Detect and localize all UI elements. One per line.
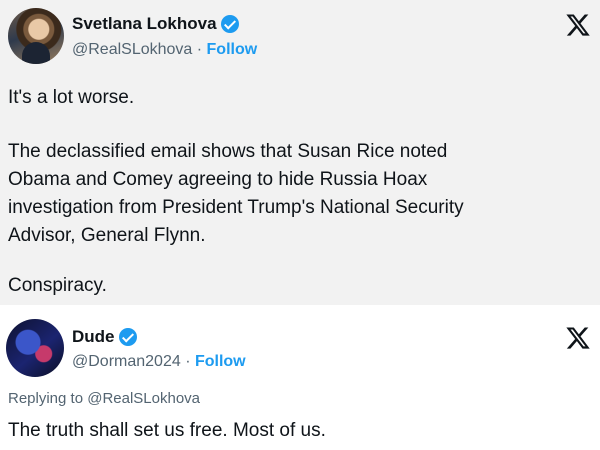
follow-button[interactable]: Follow — [207, 41, 258, 58]
reply-author-handle-line: @Dorman2024 · Follow — [72, 353, 246, 371]
tweet-text-line3: Conspiracy. — [8, 275, 107, 296]
reply-author-name-line: Dude — [72, 327, 137, 347]
replying-to-line: Replying to @RealSLokhova — [8, 390, 200, 407]
author-handle[interactable]: @RealSLokhova — [72, 41, 192, 58]
reply-author-avatar[interactable] — [6, 319, 64, 377]
author-name-line: Svetlana Lokhova — [72, 14, 239, 34]
separator-dot: · — [192, 41, 207, 58]
verified-badge-icon — [118, 328, 137, 346]
verified-badge-icon — [220, 15, 239, 33]
tweet-text-line1: It's a lot worse. — [8, 87, 135, 108]
author-handle-line: @RealSLokhova · Follow — [72, 41, 257, 59]
main-tweet: Svetlana Lokhova @RealSLokhova · Follow … — [0, 0, 600, 305]
reply-tweet: Dude @Dorman2024 · Follow Replying to @R… — [0, 305, 600, 450]
replying-to-mention[interactable]: @RealSLokhova — [87, 390, 200, 407]
tweet-text-paragraph2: The declassified email shows that Susan … — [8, 141, 464, 246]
replying-prefix: Replying to — [8, 390, 88, 407]
author-name[interactable]: Svetlana Lokhova — [72, 14, 217, 34]
reply-text: The truth shall set us free. Most of us. — [8, 420, 326, 441]
author-avatar[interactable] — [8, 8, 64, 64]
x-logo-icon[interactable] — [565, 12, 591, 38]
reply-author-name[interactable]: Dude — [72, 327, 115, 347]
reply-follow-button[interactable]: Follow — [195, 353, 246, 370]
x-logo-icon[interactable] — [565, 325, 591, 351]
avatar-figure — [22, 42, 50, 64]
reply-author-handle[interactable]: @Dorman2024 — [72, 353, 181, 370]
separator-dot: · — [180, 353, 195, 370]
